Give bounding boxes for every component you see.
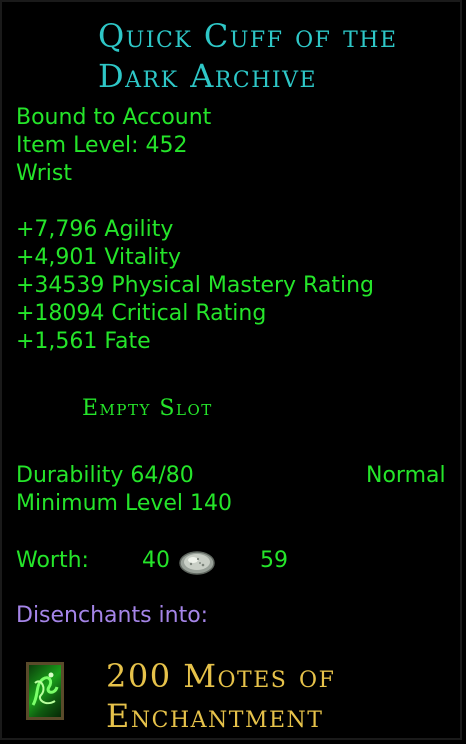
item-level-text: Item Level: 452: [16, 133, 188, 158]
stats-list: +7,796 Agility +4,901 Vitality +34539 Ph…: [16, 216, 374, 356]
item-title: Quick Cuff of the Dark Archive: [98, 16, 458, 96]
slot-type-text: Wrist: [16, 161, 73, 186]
binding-text: Bound to Account: [16, 105, 212, 130]
item-title-line-1: Quick Cuff of the: [98, 17, 398, 55]
stat-fate: +1,561 Fate: [16, 329, 151, 354]
item-info: Bound to Account Item Level: 452 Wrist: [16, 104, 211, 188]
disenchant-label: Disenchants into:: [16, 603, 209, 628]
disenchant-result-line-2: Enchantment: [106, 697, 324, 735]
durability-text: Durability 64/80: [16, 463, 194, 488]
disenchant-result: 200 Motes of Enchantment: [106, 656, 335, 736]
minimum-level-text: Minimum Level 140: [16, 491, 233, 516]
essence-slot-label: Empty Slot: [82, 396, 213, 421]
durability-row: Durability 64/80: [16, 462, 194, 490]
stat-critical-rating: +18094 Critical Rating: [16, 301, 267, 326]
stat-vitality: +4,901 Vitality: [16, 245, 182, 270]
item-tooltip: Quick Cuff of the Dark Archive Bound to …: [0, 0, 462, 740]
stat-agility: +7,796 Agility: [16, 217, 174, 242]
worth-label: Worth:: [16, 548, 89, 573]
item-quality-text: Normal: [366, 463, 446, 488]
minimum-level-row: Minimum Level 140: [16, 490, 232, 518]
stat-physical-mastery: +34539 Physical Mastery Rating: [16, 273, 374, 298]
disenchant-result-line-1: 200 Motes of: [106, 657, 336, 695]
silver-coin-icon: [179, 551, 215, 575]
worth-copper-amount: 59: [260, 548, 288, 573]
item-title-line-2: Dark Archive: [98, 57, 318, 95]
worth-silver-amount: 40: [142, 548, 170, 573]
mote-of-enchantment-icon: [26, 662, 64, 720]
